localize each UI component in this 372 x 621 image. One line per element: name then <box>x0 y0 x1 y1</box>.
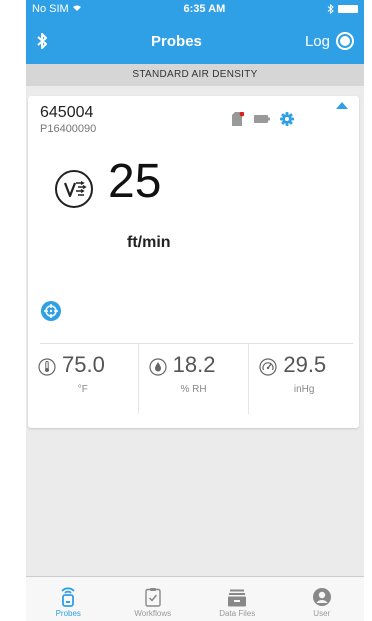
collapse-chevron-icon[interactable] <box>336 102 348 109</box>
log-label: Log <box>304 32 330 50</box>
carrier-label: No SIM <box>32 3 69 15</box>
tab-workflows-label: Workflows <box>134 609 172 618</box>
bluetooth-icon[interactable] <box>36 32 48 50</box>
status-right <box>327 4 358 14</box>
probe-serial: 645004 <box>40 104 94 121</box>
tab-probes[interactable]: Probes <box>26 577 111 621</box>
velocity-unit: ft/min <box>127 234 171 251</box>
velocity-reading: 25 <box>108 155 162 208</box>
settings-gear-icon[interactable] <box>280 112 294 126</box>
velocity-glyph <box>63 180 87 198</box>
locate-probe-button[interactable] <box>41 301 61 321</box>
clipboard-icon <box>145 588 161 607</box>
log-toggle[interactable] <box>335 32 354 50</box>
memory-card-alert-icon <box>232 112 244 126</box>
data-files-icon <box>228 589 247 607</box>
tab-data-files[interactable]: Data Files <box>195 577 280 621</box>
thermometer-icon <box>38 358 56 376</box>
probe-icon <box>61 587 75 607</box>
tab-bar: Probes Workflows Data Files User <box>26 576 364 621</box>
ambient-readings: 75.0 °F 18.2 % RH 29.5 inHg <box>28 344 359 414</box>
status-left: No SIM <box>32 3 82 15</box>
crosshair-icon <box>44 304 58 318</box>
air-density-banner: STANDARD AIR DENSITY <box>26 64 364 86</box>
status-bar: No SIM 6:35 AM <box>26 0 364 18</box>
temperature-reading: 75.0 °F <box>28 344 139 414</box>
humidity-reading: 18.2 % RH <box>139 344 250 414</box>
temperature-unit: °F <box>77 384 88 395</box>
wifi-icon <box>72 5 81 11</box>
gauge-icon <box>259 358 277 376</box>
humidity-unit: % RH <box>180 384 207 395</box>
bluetooth-status-icon <box>327 4 334 14</box>
tab-probes-label: Probes <box>55 609 81 618</box>
probe-model: P16400090 <box>40 123 97 135</box>
phone-screen: No SIM 6:35 AM Probes Log STANDARD AIR D… <box>26 0 364 621</box>
probe-card: 645004 P16400090 25 ft/min 75.0 °F 18.2 … <box>28 96 359 428</box>
battery-icon <box>338 5 358 13</box>
tab-user-label: User <box>313 609 331 618</box>
probe-status-icons <box>232 112 294 126</box>
tab-user[interactable]: User <box>280 577 365 621</box>
humidity-value: 18.2 <box>172 352 216 377</box>
pressure-reading: 29.5 inHg <box>249 344 359 414</box>
user-icon <box>312 588 331 606</box>
log-control[interactable]: Log <box>305 32 354 50</box>
page-title: Probes <box>151 32 202 50</box>
tab-data-files-label: Data Files <box>219 609 256 618</box>
log-toggle-dot <box>339 36 350 46</box>
velocity-icon <box>55 170 93 208</box>
pressure-unit: inHg <box>293 384 315 395</box>
humidity-icon <box>149 358 167 376</box>
tab-workflows[interactable]: Workflows <box>111 577 196 621</box>
clock: 6:35 AM <box>183 3 226 15</box>
battery-level-icon <box>254 115 270 123</box>
nav-bar: Probes Log <box>26 18 364 64</box>
pressure-value: 29.5 <box>283 352 327 377</box>
temperature-value: 75.0 <box>62 352 105 377</box>
